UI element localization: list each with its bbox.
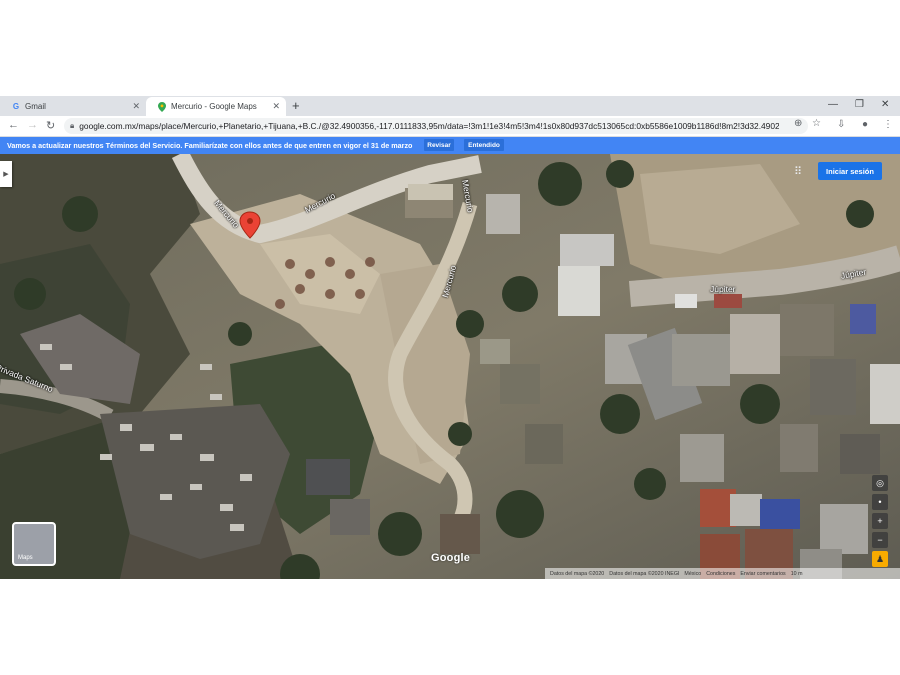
browser-toolbar: ← → ↻ 🔒︎ google.com.mx/maps/place/Mercur…	[0, 116, 900, 137]
tab-gmail[interactable]: G Gmail ✕	[0, 97, 146, 116]
minimize-icon[interactable]: —	[828, 99, 838, 110]
tab-strip: G Gmail ✕ Mercurio - Google Maps ✕ + — ❐…	[0, 96, 900, 116]
reload-icon[interactable]: ↻	[46, 119, 55, 132]
layers-label: Maps	[18, 555, 33, 561]
pegman-icon[interactable]: ♟	[872, 551, 888, 567]
tab-title: Mercurio - Google Maps	[171, 102, 257, 111]
attribution-country[interactable]: México	[684, 571, 701, 577]
map-attribution: Datos del mapa ©2020 Datos del mapa ©202…	[545, 568, 900, 579]
menu-kebab-icon[interactable]: ⋮	[883, 119, 893, 130]
collapse-panel-button[interactable]: ▶	[0, 161, 12, 187]
map-controls: ◎ • + − ♟	[872, 475, 888, 570]
profile-avatar-icon[interactable]: ●	[862, 119, 868, 130]
scale-label[interactable]: 10 m	[791, 571, 803, 577]
satellite-map[interactable]: Mercurio Mercurio Mercurio Mercurio Júpi…	[0, 154, 900, 579]
banner-message: Vamos a actualizar nuestros Términos del…	[7, 141, 413, 150]
zoom-out-button[interactable]: −	[872, 532, 888, 548]
browser-window: G Gmail ✕ Mercurio - Google Maps ✕ + — ❐…	[0, 96, 900, 579]
bookmark-star-icon[interactable]: ☆	[812, 118, 821, 129]
layers-toggle[interactable]: Maps	[12, 522, 56, 566]
tab-title: Gmail	[25, 102, 46, 111]
google-apps-icon[interactable]: ⠿	[794, 165, 802, 178]
close-tab-icon[interactable]: ✕	[132, 101, 140, 112]
address-bar[interactable]: 🔒︎ google.com.mx/maps/place/Mercurio,+Pl…	[64, 118, 808, 134]
chevron-right-icon: ▶	[3, 171, 9, 178]
compass-icon[interactable]: ◎	[872, 475, 888, 491]
review-button[interactable]: Revisar	[424, 139, 454, 151]
extension-icon[interactable]: ⇩	[837, 119, 845, 130]
attribution-imagery: Datos del mapa ©2020	[550, 570, 605, 577]
gmail-g-icon: G	[12, 102, 20, 111]
google-logo: Google	[431, 552, 471, 564]
understood-button[interactable]: Entendido	[464, 139, 504, 151]
terms-banner: Vamos a actualizar nuestros Términos del…	[0, 137, 900, 154]
street-label-jupiter: Júpiter	[710, 284, 736, 294]
zoom-in-button[interactable]: +	[872, 513, 888, 529]
new-tab-button[interactable]: +	[292, 98, 300, 113]
satellite-imagery	[0, 154, 900, 579]
my-location-icon[interactable]: •	[872, 494, 888, 510]
sign-in-button[interactable]: Iniciar sesión	[818, 162, 882, 180]
maps-pin-icon	[158, 101, 166, 112]
feedback-link[interactable]: Enviar comentarios	[740, 571, 785, 577]
lock-icon: 🔒︎	[70, 121, 75, 130]
back-arrow-icon[interactable]: ←	[8, 119, 19, 131]
url-text: google.com.mx/maps/place/Mercurio,+Plane…	[79, 121, 780, 131]
maximize-icon[interactable]: ❐	[855, 99, 864, 110]
location-icon[interactable]: ⊕	[794, 118, 802, 129]
terms-link[interactable]: Condiciones	[706, 571, 735, 577]
tab-google-maps[interactable]: Mercurio - Google Maps ✕	[146, 97, 286, 116]
attribution-data: Datos del mapa ©2020 INEGI	[609, 570, 680, 577]
forward-arrow-icon[interactable]: →	[27, 119, 38, 131]
close-tab-icon[interactable]: ✕	[272, 101, 280, 112]
close-window-icon[interactable]: ✕	[881, 99, 889, 110]
